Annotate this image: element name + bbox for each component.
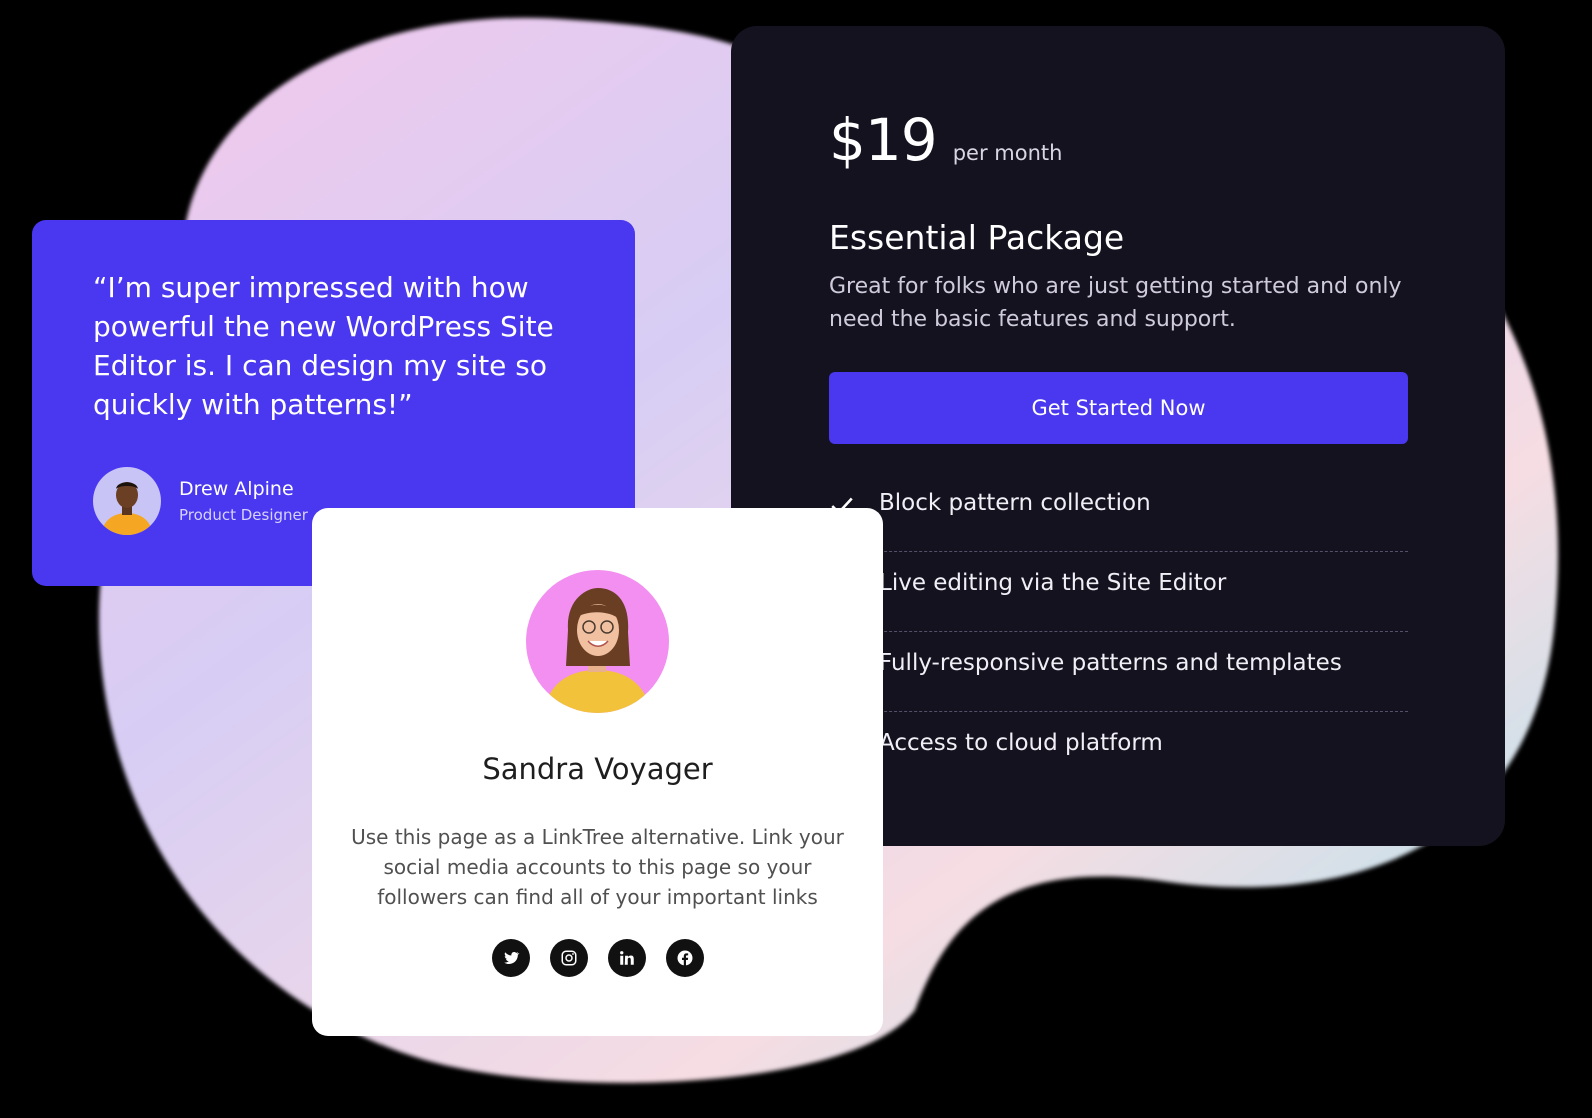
author-name: Drew Alpine bbox=[179, 478, 294, 500]
facebook-link[interactable] bbox=[665, 939, 704, 977]
testimonial-author: Drew Alpine Product Designer bbox=[93, 467, 308, 535]
feature-item: Block pattern collection bbox=[829, 472, 1408, 552]
profile-portrait-icon bbox=[526, 570, 669, 713]
linkedin-icon bbox=[619, 951, 634, 965]
feature-list: Block pattern collection Live editing vi… bbox=[829, 472, 1408, 792]
author-portrait-icon bbox=[93, 467, 161, 535]
price-period: per month bbox=[952, 141, 1063, 165]
social-links bbox=[312, 939, 883, 977]
avatar bbox=[93, 467, 161, 535]
feature-label: Live editing via the Site Editor bbox=[879, 570, 1227, 596]
author-role: Product Designer bbox=[179, 506, 308, 524]
profile-card: Sandra Voyager Use this page as a LinkTr… bbox=[312, 508, 883, 1036]
package-title: Essential Package bbox=[829, 218, 1125, 257]
feature-label: Fully-responsive patterns and templates bbox=[879, 650, 1342, 676]
package-description: Great for folks who are just getting sta… bbox=[829, 274, 1402, 332]
price-row: $19 per month bbox=[829, 106, 1062, 174]
profile-name: Sandra Voyager bbox=[482, 752, 713, 786]
avatar bbox=[526, 570, 669, 713]
price-amount: $19 bbox=[829, 106, 938, 174]
feature-label: Access to cloud platform bbox=[879, 730, 1163, 756]
feature-label: Block pattern collection bbox=[879, 490, 1151, 516]
feature-item: Fully-responsive patterns and templates bbox=[829, 632, 1408, 712]
feature-item: Access to cloud platform bbox=[829, 712, 1408, 792]
get-started-button[interactable]: Get Started Now bbox=[829, 372, 1408, 444]
twitter-icon bbox=[503, 952, 519, 964]
testimonial-quote: “I’m super impressed with how powerful t… bbox=[93, 271, 554, 421]
instagram-link[interactable] bbox=[549, 939, 588, 977]
feature-item: Live editing via the Site Editor bbox=[829, 552, 1408, 632]
instagram-icon bbox=[561, 950, 576, 966]
facebook-icon bbox=[677, 950, 692, 966]
linkedin-link[interactable] bbox=[607, 939, 646, 977]
profile-bio: Use this page as a LinkTree alternative.… bbox=[351, 825, 844, 909]
twitter-link[interactable] bbox=[491, 939, 530, 977]
